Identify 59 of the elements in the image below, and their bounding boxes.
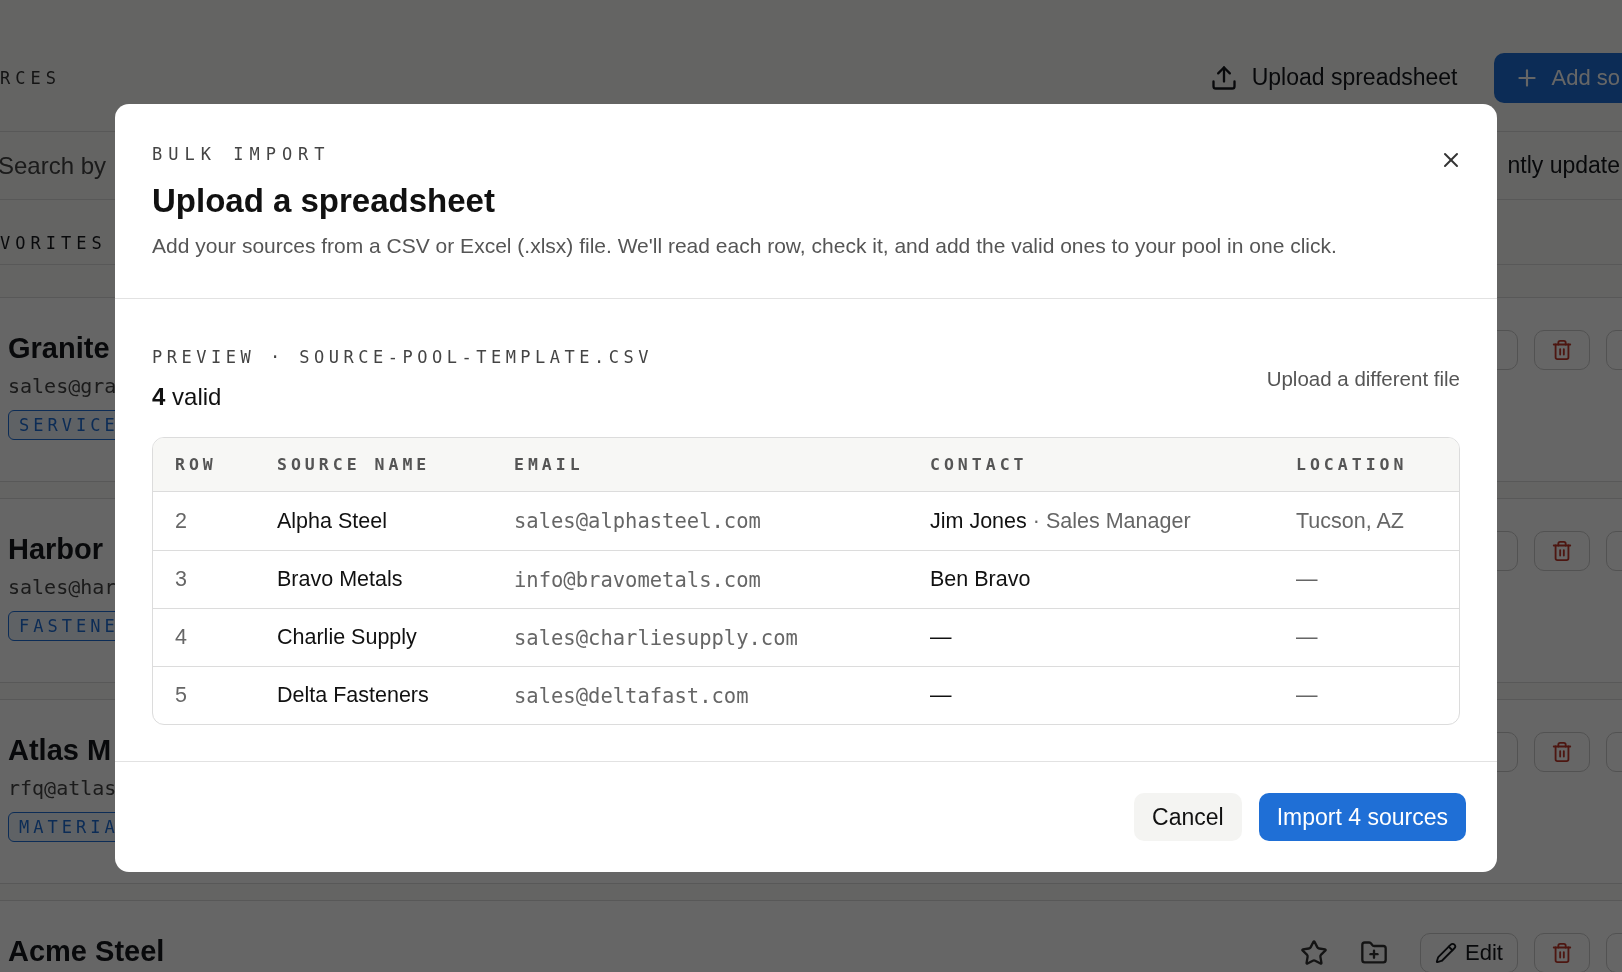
source-name-cell-text: Charlie Supply	[277, 625, 418, 650]
sort-dropdown[interactable]: ntly update	[1507, 152, 1620, 179]
source-name: Harbor	[8, 532, 104, 567]
trash-icon	[1551, 942, 1573, 964]
contact-name: —	[930, 683, 952, 708]
upload-different-file-link[interactable]: Upload a different file	[1266, 367, 1460, 391]
email-cell-text: info@bravometals.com	[514, 567, 762, 592]
email-cell-text: sales@alphasteel.com	[514, 509, 762, 533]
email-cell-text: sales@deltafast.com	[514, 683, 750, 708]
location-cell-text: —	[1296, 683, 1319, 708]
column-header: SOURCE NAME	[277, 455, 432, 474]
email-cell-text: sales@charliesupply.com	[514, 625, 799, 650]
star-icon[interactable]	[1300, 939, 1328, 967]
column-header: EMAIL	[514, 455, 585, 474]
trash-icon	[1551, 339, 1573, 361]
contact-role: · Sales Manager	[1032, 508, 1191, 534]
source-name-cell-text: Delta Fasteners	[277, 683, 430, 708]
folder-plus-icon[interactable]	[1360, 939, 1388, 967]
source-email: sales@gra	[8, 374, 117, 398]
upload-icon	[1209, 63, 1238, 92]
row-number: 3	[175, 567, 188, 592]
trash-icon	[1551, 540, 1573, 562]
source-name: Acme Steel	[8, 934, 165, 969]
column-header: LOCATION	[1296, 455, 1409, 474]
favorites-tab[interactable]: VORITES	[0, 232, 107, 253]
location-cell-text: Tucson, AZ	[1296, 508, 1405, 534]
preview-label: PREVIEW · SOURCE-POOL-TEMPLATE.CSV	[152, 347, 653, 367]
delete-button[interactable]	[1534, 732, 1590, 772]
row-number: 5	[175, 683, 188, 708]
location-cell-text: —	[1296, 625, 1319, 650]
cancel-button[interactable]: Cancel	[1134, 793, 1242, 841]
upload-spreadsheet-button[interactable]: Upload spreadsheet	[1209, 63, 1458, 92]
column-header: CONTACT	[930, 455, 1029, 474]
section-label: RCES	[0, 67, 61, 88]
dialog-description: Add your sources from a CSV or Excel (.xlsx) file. We'll read each row, check it, and add the valid ones to your pool in one click.	[152, 234, 1338, 258]
import-button[interactable]: Import 4 sources	[1258, 793, 1466, 841]
pencil-icon	[1435, 942, 1458, 964]
source-email: rfq@atlas	[8, 776, 117, 800]
trash-icon	[1551, 741, 1573, 763]
edit-button[interactable]: Edit	[1420, 933, 1518, 972]
source-name: Granite	[8, 331, 110, 366]
valid-count: 4 valid	[152, 383, 223, 411]
dialog-eyebrow: BULK IMPORT	[152, 144, 331, 164]
location-cell-text: —	[1296, 567, 1319, 592]
dialog-title: Upload a spreadsheet	[152, 182, 496, 220]
delete-button[interactable]	[1534, 330, 1590, 370]
contact-name: Ben Bravo	[930, 567, 1031, 592]
row-number: 2	[175, 508, 188, 534]
column-header: ROW	[175, 455, 218, 474]
delete-button[interactable]	[1534, 531, 1590, 571]
row-number: 4	[175, 625, 188, 650]
source-name-cell-text: Bravo Metals	[277, 567, 404, 592]
source-email: sales@har	[8, 575, 117, 599]
source-name: Atlas M	[8, 733, 112, 768]
add-source-button[interactable]: Add so	[1493, 52, 1622, 103]
contact-name: —	[930, 625, 952, 650]
delete-button[interactable]	[1534, 933, 1590, 972]
source-name-cell-text: Alpha Steel	[277, 508, 388, 534]
contact-name: Jim Jones	[930, 508, 1027, 534]
